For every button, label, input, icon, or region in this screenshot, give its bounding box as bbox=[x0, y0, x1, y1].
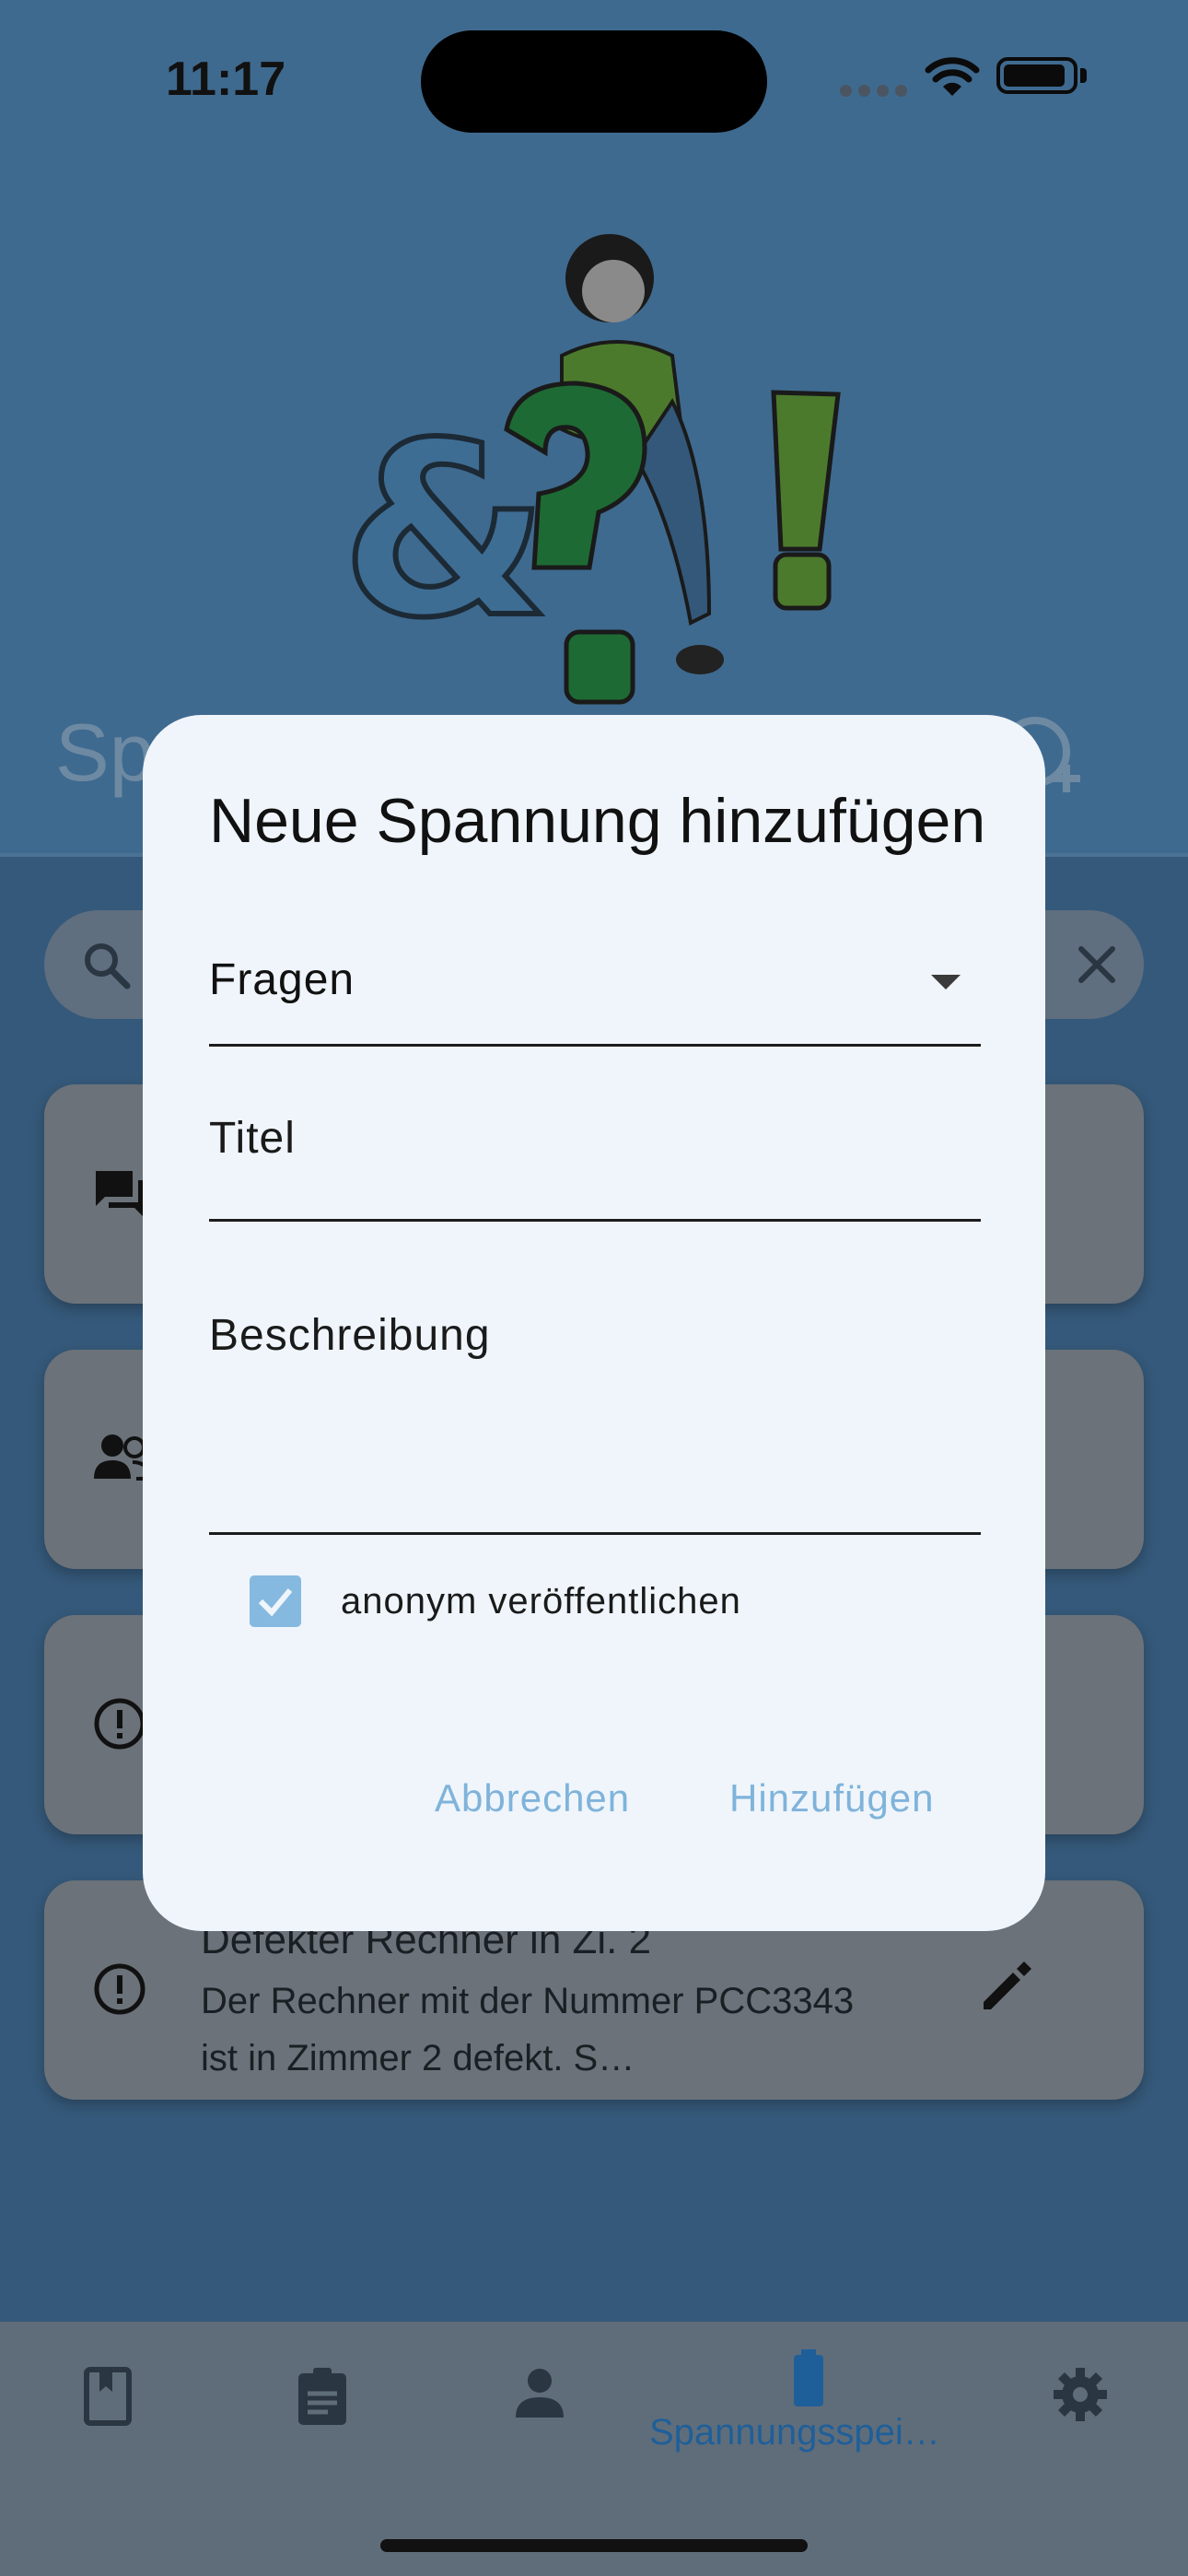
description-field-label: Beschreibung bbox=[209, 1311, 491, 1360]
nav-label-active[interactable]: Spannungsspei… bbox=[649, 2412, 940, 2453]
add-tension-dialog: Neue Spannung hinzufügen Fragen Titel Be… bbox=[143, 715, 1045, 1931]
alert-icon bbox=[94, 1963, 146, 2015]
home-indicator bbox=[380, 2539, 808, 2552]
dropdown-selected-value: Fragen bbox=[209, 955, 355, 1004]
edit-icon[interactable] bbox=[976, 1956, 1037, 2017]
chevron-down-icon bbox=[931, 975, 961, 989]
title-field[interactable]: Titel bbox=[209, 1047, 981, 1222]
cancel-button[interactable]: Abbrechen bbox=[435, 1776, 630, 1821]
anonymous-label[interactable]: anonym veröffentlichen bbox=[341, 1581, 741, 1622]
dialog-title: Neue Spannung hinzufügen bbox=[209, 786, 986, 856]
chat-icon bbox=[96, 1171, 144, 1217]
clipboard-icon[interactable] bbox=[295, 2366, 350, 2427]
title-field-label: Titel bbox=[209, 1114, 296, 1163]
status-time: 11:17 bbox=[166, 53, 286, 106]
page-title: Sp bbox=[55, 707, 155, 798]
anonymous-checkbox[interactable] bbox=[250, 1575, 301, 1627]
dynamic-island bbox=[421, 30, 767, 133]
description-field[interactable]: Beschreibung bbox=[209, 1222, 981, 1535]
card-description: Der Rechner mit der Nummer PCC3343 ist i… bbox=[201, 1981, 855, 2078]
bottom-navigation bbox=[0, 2322, 1188, 2576]
battery-icon[interactable] bbox=[790, 2349, 827, 2408]
wifi-icon bbox=[925, 57, 980, 96]
close-icon[interactable] bbox=[1076, 943, 1118, 986]
person-icon[interactable] bbox=[512, 2366, 567, 2421]
add-button[interactable]: Hinzufügen bbox=[729, 1776, 934, 1821]
battery-status-icon bbox=[996, 57, 1077, 94]
gear-icon[interactable] bbox=[1052, 2366, 1109, 2423]
thinking-person-illustration: & bbox=[341, 234, 841, 705]
book-icon[interactable] bbox=[81, 2366, 134, 2427]
alert-icon bbox=[94, 1698, 146, 1750]
category-dropdown[interactable]: Fragen bbox=[209, 899, 981, 1047]
check-icon bbox=[258, 1588, 293, 1617]
search-icon bbox=[85, 943, 131, 989]
